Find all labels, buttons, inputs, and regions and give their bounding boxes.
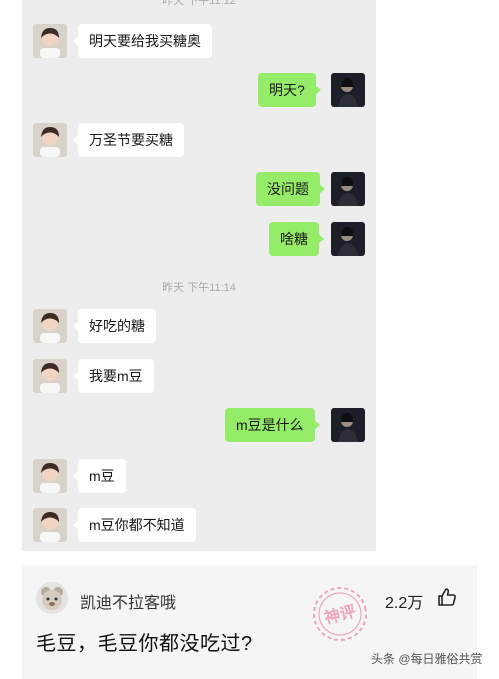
watermark: 头条 @每日雅俗共赏 xyxy=(371,652,483,666)
chat-timestamp: 昨天 下午11:14 xyxy=(162,282,236,294)
my-avatar[interactable] xyxy=(331,222,365,256)
my-avatar[interactable] xyxy=(331,408,365,442)
chat-screenshot: 昨天 下午11:12 明天要给我买糖奥 明天? 万圣节要买糖 没问题 啥糖 昨天… xyxy=(22,0,376,551)
page: 昨天 下午11:12 明天要给我买糖奥 明天? 万圣节要买糖 没问题 啥糖 昨天… xyxy=(0,0,499,679)
my-avatar[interactable] xyxy=(331,73,365,107)
message-bubble-incoming[interactable]: m豆 xyxy=(73,459,126,493)
commenter-username[interactable]: 凯迪不拉客哦 xyxy=(80,589,176,613)
commenter-avatar[interactable] xyxy=(36,582,68,614)
my-avatar[interactable] xyxy=(331,172,365,206)
message-bubble-outgoing[interactable]: 啥糖 xyxy=(269,222,324,256)
message-bubble-incoming[interactable]: 明天要给我买糖奥 xyxy=(73,24,212,58)
thumbs-up-icon[interactable] xyxy=(436,586,458,608)
message-bubble-incoming[interactable]: 好吃的糖 xyxy=(73,309,156,343)
message-bubble-outgoing[interactable]: 明天? xyxy=(258,73,321,107)
contact-avatar[interactable] xyxy=(33,309,67,343)
message-bubble-incoming[interactable]: 我要m豆 xyxy=(73,359,154,393)
contact-avatar[interactable] xyxy=(33,459,67,493)
stamp-text: 神评 xyxy=(322,601,358,627)
comment-text: 毛豆，毛豆你都没吃过? xyxy=(36,633,253,655)
hot-comment-stamp-icon: 神评 xyxy=(313,587,367,641)
message-bubble-incoming[interactable]: m豆你都不知道 xyxy=(73,508,196,542)
contact-avatar[interactable] xyxy=(33,359,67,393)
message-bubble-outgoing[interactable]: m豆是什么 xyxy=(225,408,320,442)
contact-avatar[interactable] xyxy=(33,24,67,58)
contact-avatar[interactable] xyxy=(33,508,67,542)
message-bubble-outgoing[interactable]: 没问题 xyxy=(256,172,325,206)
chat-timestamp-top: 昨天 下午11:12 xyxy=(162,0,236,7)
message-bubble-incoming[interactable]: 万圣节要买糖 xyxy=(73,123,184,157)
contact-avatar[interactable] xyxy=(33,123,67,157)
like-count: 2.2万 xyxy=(385,595,424,612)
